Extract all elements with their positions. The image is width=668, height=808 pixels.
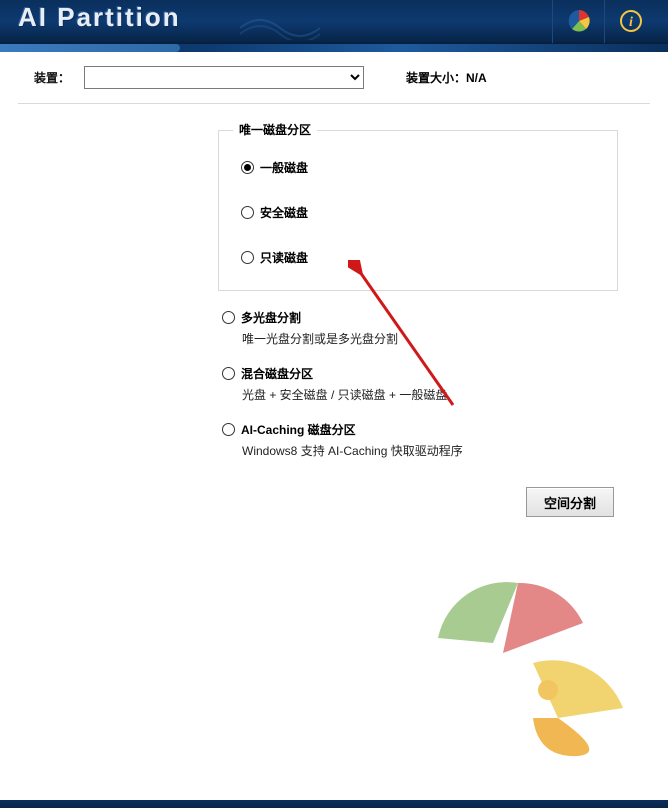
option-title: 多光盘分割	[241, 309, 301, 326]
radio-label: 安全磁盘	[260, 204, 308, 221]
radio-icon	[222, 423, 235, 436]
app-header: AI Partition i	[0, 0, 668, 44]
header-info-button[interactable]: i	[604, 0, 656, 43]
option-desc: 光盘 + 安全磁盘 / 只读磁盘 + 一般磁盘	[242, 386, 618, 403]
device-row: 装置： 装置大小：N/A	[18, 66, 650, 89]
info-icon: i	[619, 9, 643, 33]
option-ai-caching: AI-Caching 磁盘分区 Windows8 支持 AI-Caching 快…	[222, 421, 618, 459]
header-wave-decoration	[240, 10, 320, 40]
header-pie-button[interactable]	[552, 0, 604, 43]
radio-readonly-disk[interactable]: 只读磁盘	[241, 249, 599, 266]
watermark-logo-icon	[408, 558, 658, 768]
single-partition-legend: 唯一磁盘分区	[233, 121, 317, 138]
single-partition-fieldset: 唯一磁盘分区 一般磁盘 安全磁盘 只读磁盘	[218, 130, 618, 291]
device-label: 装置：	[18, 69, 78, 86]
radio-icon	[222, 311, 235, 324]
device-size-label: 装置大小：N/A	[406, 69, 487, 86]
radio-secure-disk[interactable]: 安全磁盘	[241, 204, 599, 221]
device-size-value: N/A	[466, 71, 487, 85]
option-title: 混合磁盘分区	[241, 365, 313, 382]
radio-icon	[241, 161, 254, 174]
option-title: AI-Caching 磁盘分区	[241, 421, 356, 438]
radio-icon	[241, 251, 254, 264]
radio-general-disk[interactable]: 一般磁盘	[241, 159, 599, 176]
device-select[interactable]	[84, 66, 364, 89]
option-multi-disc: 多光盘分割 唯一光盘分割或是多光盘分割	[222, 309, 618, 347]
pie-chart-icon	[566, 8, 592, 34]
content-area: 装置： 装置大小：N/A 唯一磁盘分区 一般磁盘 安全磁盘 只读磁盘	[0, 52, 668, 808]
option-desc: Windows8 支持 AI-Caching 快取驱动程序	[242, 442, 618, 459]
device-size-label-text: 装置大小：	[406, 71, 466, 85]
option-desc: 唯一光盘分割或是多光盘分割	[242, 330, 618, 347]
space-partition-button[interactable]: 空间分割	[526, 487, 614, 517]
radio-ai-caching[interactable]: AI-Caching 磁盘分区	[222, 421, 618, 438]
separator-line	[18, 103, 650, 104]
app-title: AI Partition	[18, 2, 181, 33]
radio-hybrid-disk[interactable]: 混合磁盘分区	[222, 365, 618, 382]
svg-text:i: i	[629, 15, 633, 30]
main-panel: 唯一磁盘分区 一般磁盘 安全磁盘 只读磁盘 多光盘分割 唯一光盘分割或是多光盘分…	[218, 130, 618, 517]
radio-label: 一般磁盘	[260, 159, 308, 176]
radio-label: 只读磁盘	[260, 249, 308, 266]
radio-icon	[241, 206, 254, 219]
radio-multi-disc[interactable]: 多光盘分割	[222, 309, 618, 326]
header-strip	[0, 44, 668, 52]
option-hybrid-disk: 混合磁盘分区 光盘 + 安全磁盘 / 只读磁盘 + 一般磁盘	[222, 365, 618, 403]
radio-icon	[222, 367, 235, 380]
window-bottom-border	[0, 800, 668, 808]
